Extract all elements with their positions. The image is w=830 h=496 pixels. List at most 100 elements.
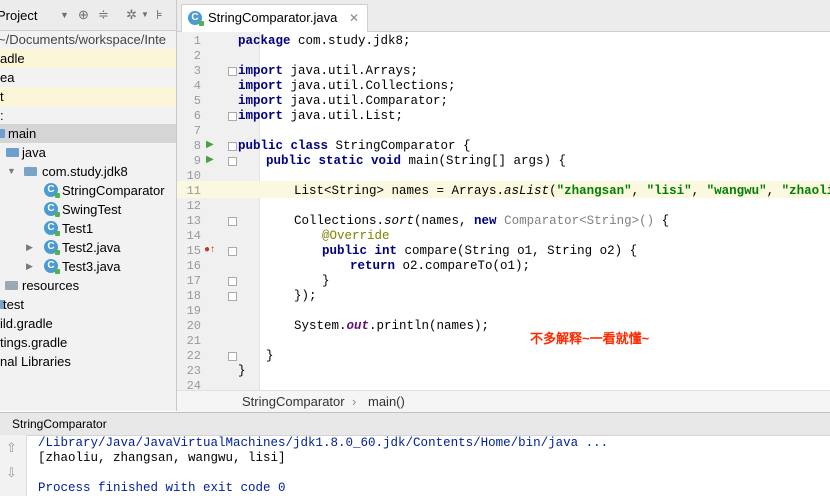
line-number: 18 [186,289,201,303]
code-line: public int compare(String o1, String o2)… [322,244,638,258]
breadcrumb-method[interactable]: main() [368,394,405,409]
tree-item[interactable]: : [0,106,176,125]
callout-annotation: 不多解释~一看就懂~ [530,331,650,346]
project-panel: Project ▼ ⊕ ≑ ✲ ▼ ⊧ ~/Documents/workspac… [0,0,177,411]
tree-item[interactable]: nal Libraries [0,352,176,371]
line-number: 23 [186,364,201,378]
fold-icon[interactable] [228,247,237,256]
code-line: public class StringComparator { [238,139,471,153]
run-toolbar: ⇧ ⇩ [0,435,27,496]
class-icon: C [44,221,60,236]
fold-icon[interactable] [228,112,237,121]
line-number: 22 [186,349,201,363]
scroll-down-icon[interactable]: ⇩ [6,465,17,481]
tree-item[interactable]: tings.gradle [0,333,176,352]
collapsed-arrow-icon[interactable]: ▶ [26,238,33,257]
line-number: 11 [186,184,201,198]
fold-icon[interactable] [228,142,237,151]
fold-icon[interactable] [228,157,237,166]
package-icon [24,167,37,176]
run-class-icon[interactable]: ▶ [206,139,214,150]
tree-item-class[interactable]: ▶ C Test2.java [0,238,176,257]
project-toolbar: Project ▼ ⊕ ≑ ✲ ▼ ⊧ [0,0,176,31]
class-icon: C [44,202,60,217]
line-number: 14 [186,229,201,243]
breadcrumb: StringComparator › main() [177,390,830,412]
line-number: 5 [193,94,201,108]
gear-icon[interactable]: ✲ [126,7,137,23]
code-line: } [266,349,274,363]
override-marker-icon[interactable]: ●↑ [204,244,215,255]
code-line: } [322,274,330,288]
collapse-all-icon[interactable]: ≑ [98,7,109,23]
code-line: import java.util.List; [238,109,404,123]
output-line: Process finished with exit code 0 [38,481,286,495]
line-number: 8 [193,139,201,153]
tree-item-java[interactable]: java [0,143,176,162]
fold-icon[interactable] [228,352,237,361]
run-panel-title[interactable]: StringComparator [12,417,107,431]
tree-item[interactable]: t [0,87,176,106]
line-number: 15 [186,244,201,258]
expanded-arrow-icon[interactable]: ▼ [7,162,16,181]
tree-item-resources[interactable]: resources [0,276,176,295]
code-line: import java.util.Arrays; [238,64,419,78]
collapsed-arrow-icon[interactable]: ▶ [26,257,33,276]
tree-item-main[interactable]: main [0,124,176,143]
tree-item[interactable]: ea [0,68,176,87]
fold-icon[interactable] [228,277,237,286]
project-view-selector[interactable]: Project [0,8,37,23]
gear-dropdown-icon[interactable]: ▼ [141,10,149,19]
hide-panel-icon[interactable]: ⊧ [156,7,163,23]
line-number: 7 [193,124,201,138]
output-line: [zhaoliu, zhangsan, wangwu, lisi] [38,451,286,465]
tree-item[interactable]: adle [0,49,176,68]
tree-item-package[interactable]: ▼ com.study.jdk8 [0,162,176,181]
code-line: package com.study.jdk8; [238,34,411,48]
scroll-up-icon[interactable]: ⇧ [6,440,17,456]
line-number: 4 [193,79,201,93]
run-main-icon[interactable]: ▶ [206,154,214,165]
code-line: @Override [322,229,390,243]
code-line: System.out.println(names); [294,319,490,333]
fold-icon[interactable] [228,217,237,226]
tree-item-class[interactable]: C StringComparator [0,181,176,200]
editor-tab-bar: C StringComparator.java ✕ [177,0,830,32]
chevron-down-icon[interactable]: ▼ [60,10,69,20]
line-number: 13 [186,214,201,228]
line-number: 1 [193,34,201,48]
tree-item-test[interactable]: test [0,295,176,314]
fold-icon[interactable] [228,67,237,76]
line-number: 6 [193,109,201,123]
line-number: 3 [193,64,201,78]
tab-string-comparator[interactable]: C StringComparator.java ✕ [181,4,369,32]
tree-item[interactable]: ild.gradle [0,314,176,333]
tree-item-class[interactable]: ▶ C Test3.java [0,257,176,276]
sync-target-icon[interactable]: ⊕ [78,7,89,23]
code-line: public static void main(String[] args) { [266,154,567,168]
tree-item-class[interactable]: C Test1 [0,219,176,238]
resources-folder-icon [5,281,18,290]
class-icon: C [44,240,60,255]
code-line: } [238,364,246,378]
line-number: 9 [193,154,201,168]
source-folder-icon [6,148,19,157]
line-number: 19 [186,304,201,318]
code-line: }); [294,289,317,303]
output-line[interactable]: /Library/Java/JavaVirtualMachines/jdk1.8… [38,435,608,451]
breadcrumb-separator: › [352,394,357,409]
line-number: 10 [186,169,201,183]
tree-item-class[interactable]: C SwingTest [0,200,176,219]
line-number: 16 [186,259,201,273]
close-icon[interactable]: ✕ [349,11,359,25]
code-line: import java.util.Collections; [238,79,456,93]
class-icon: C [188,11,204,26]
run-panel-header: StringComparator [0,412,830,436]
project-path: ~/Documents/workspace/Inte [0,32,166,47]
class-icon: C [44,183,60,198]
breadcrumb-class[interactable]: StringComparator [242,394,345,409]
code-line: import java.util.Comparator; [238,94,449,108]
code-line: List<String> names = Arrays.asList("zhan… [294,184,830,198]
line-number: 20 [186,319,201,333]
fold-icon[interactable] [228,292,237,301]
